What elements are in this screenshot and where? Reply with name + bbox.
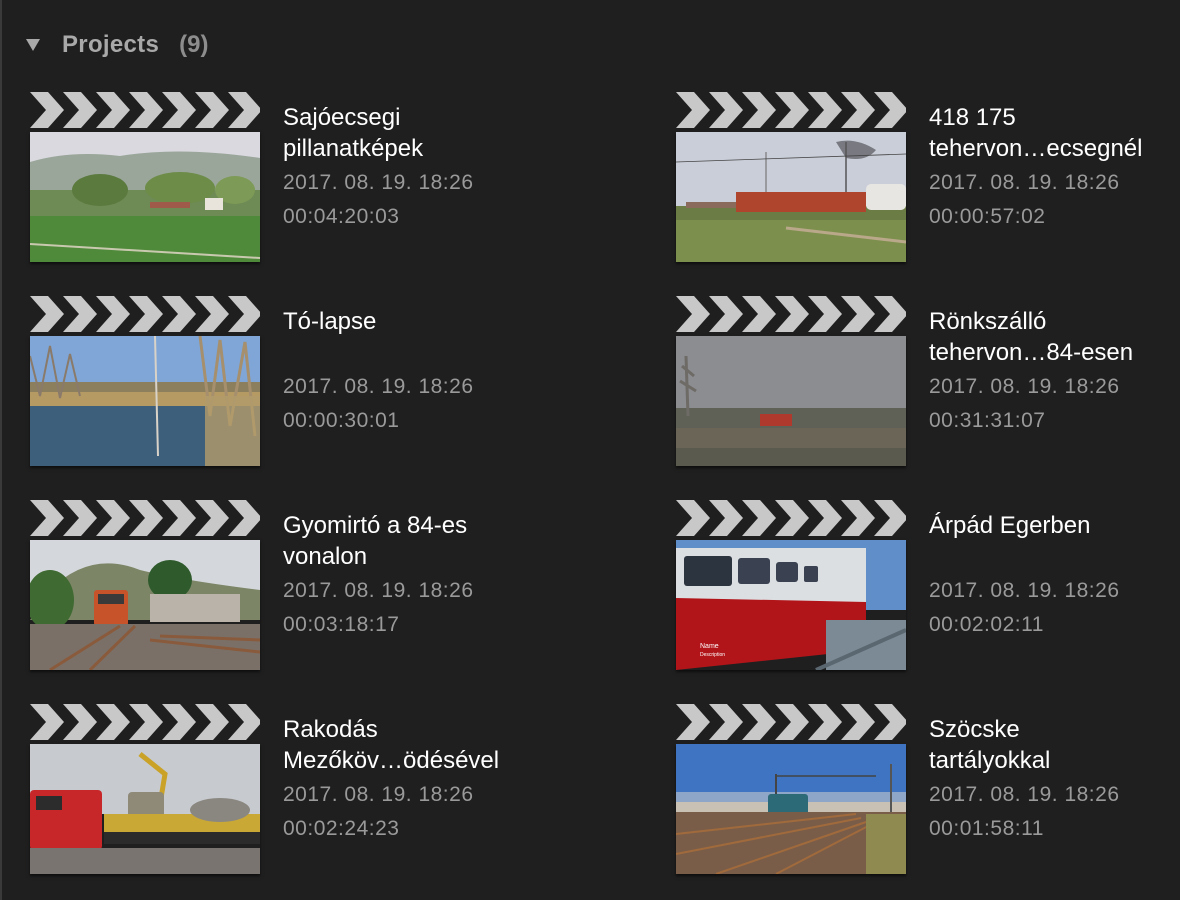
project-thumbnail[interactable]: Name Description xyxy=(676,540,906,670)
project-thumbnail[interactable] xyxy=(676,744,906,874)
project-date: 2017. 08. 19. 18:26 xyxy=(283,375,474,398)
project-title: Rönkszálló tehervon…84-esen xyxy=(929,308,1134,366)
clapperboard-icon xyxy=(30,296,260,336)
project-duration: 00:04:20:03 xyxy=(283,205,400,228)
project-date: 2017. 08. 19. 18:26 xyxy=(283,171,474,194)
project-duration: 00:00:30:01 xyxy=(283,409,400,432)
clapperboard-icon xyxy=(30,500,260,540)
project-thumbnail[interactable] xyxy=(30,540,260,670)
project-title: Gyomirtó a 84-es vonalon xyxy=(283,512,468,570)
project-item[interactable]: Rakodás Mezőköv…ödésével 2017. 08. 19. 1… xyxy=(0,704,500,884)
project-item[interactable]: Tó-lapse 2017. 08. 19. 18:26 00:00:30:01 xyxy=(0,296,500,476)
project-duration: 00:02:02:11 xyxy=(929,613,1044,636)
project-thumbnail[interactable] xyxy=(30,132,260,262)
project-item[interactable]: Szöcske tartályokkal 2017. 08. 19. 18:26… xyxy=(646,704,1146,884)
project-date: 2017. 08. 19. 18:26 xyxy=(929,375,1120,398)
project-thumbnail[interactable] xyxy=(30,744,260,874)
project-date: 2017. 08. 19. 18:26 xyxy=(283,783,474,806)
project-title: Árpád Egerben xyxy=(929,512,1091,539)
project-duration: 00:01:58:11 xyxy=(929,817,1044,840)
project-item[interactable]: Gyomirtó a 84-es vonalon 2017. 08. 19. 1… xyxy=(0,500,500,680)
project-duration: 00:00:57:02 xyxy=(929,205,1046,228)
clapperboard-icon xyxy=(676,704,906,744)
project-thumbnail[interactable] xyxy=(30,336,260,466)
project-date: 2017. 08. 19. 18:26 xyxy=(929,579,1120,602)
clapperboard-icon xyxy=(676,92,906,132)
project-item[interactable]: 418 175 tehervon…ecsegnél 2017. 08. 19. … xyxy=(646,92,1146,272)
project-date: 2017. 08. 19. 18:26 xyxy=(929,171,1120,194)
project-title: Sajóecsegi pillanatképek xyxy=(283,104,424,162)
project-title: Tó-lapse xyxy=(283,308,377,335)
thumbnail-overlay-description: Description xyxy=(700,652,725,658)
project-duration: 00:03:18:17 xyxy=(283,613,400,636)
project-date: 2017. 08. 19. 18:26 xyxy=(283,579,474,602)
project-item[interactable]: Name Description Árpád Egerben 2017. 08.… xyxy=(646,500,1146,680)
project-duration: 00:02:24:23 xyxy=(283,817,400,840)
project-item[interactable]: Sajóecsegi pillanatképek 2017. 08. 19. 1… xyxy=(0,92,500,272)
clapperboard-icon xyxy=(30,92,260,132)
clapperboard-icon xyxy=(676,296,906,336)
project-title: Szöcske tartályokkal xyxy=(929,716,1051,774)
thumbnail-overlay-name: Name xyxy=(700,643,719,650)
project-item[interactable]: Rönkszálló tehervon…84-esen 2017. 08. 19… xyxy=(646,296,1146,476)
projects-grid: Sajóecsegi pillanatképek 2017. 08. 19. 1… xyxy=(0,0,1180,900)
project-title: 418 175 tehervon…ecsegnél xyxy=(929,104,1143,162)
clapperboard-icon xyxy=(676,500,906,540)
project-duration: 00:31:31:07 xyxy=(929,409,1046,432)
project-date: 2017. 08. 19. 18:26 xyxy=(929,783,1120,806)
project-thumbnail[interactable] xyxy=(676,132,906,262)
project-title: Rakodás Mezőköv…ödésével xyxy=(283,716,500,774)
project-thumbnail[interactable] xyxy=(676,336,906,466)
clapperboard-icon xyxy=(30,704,260,744)
